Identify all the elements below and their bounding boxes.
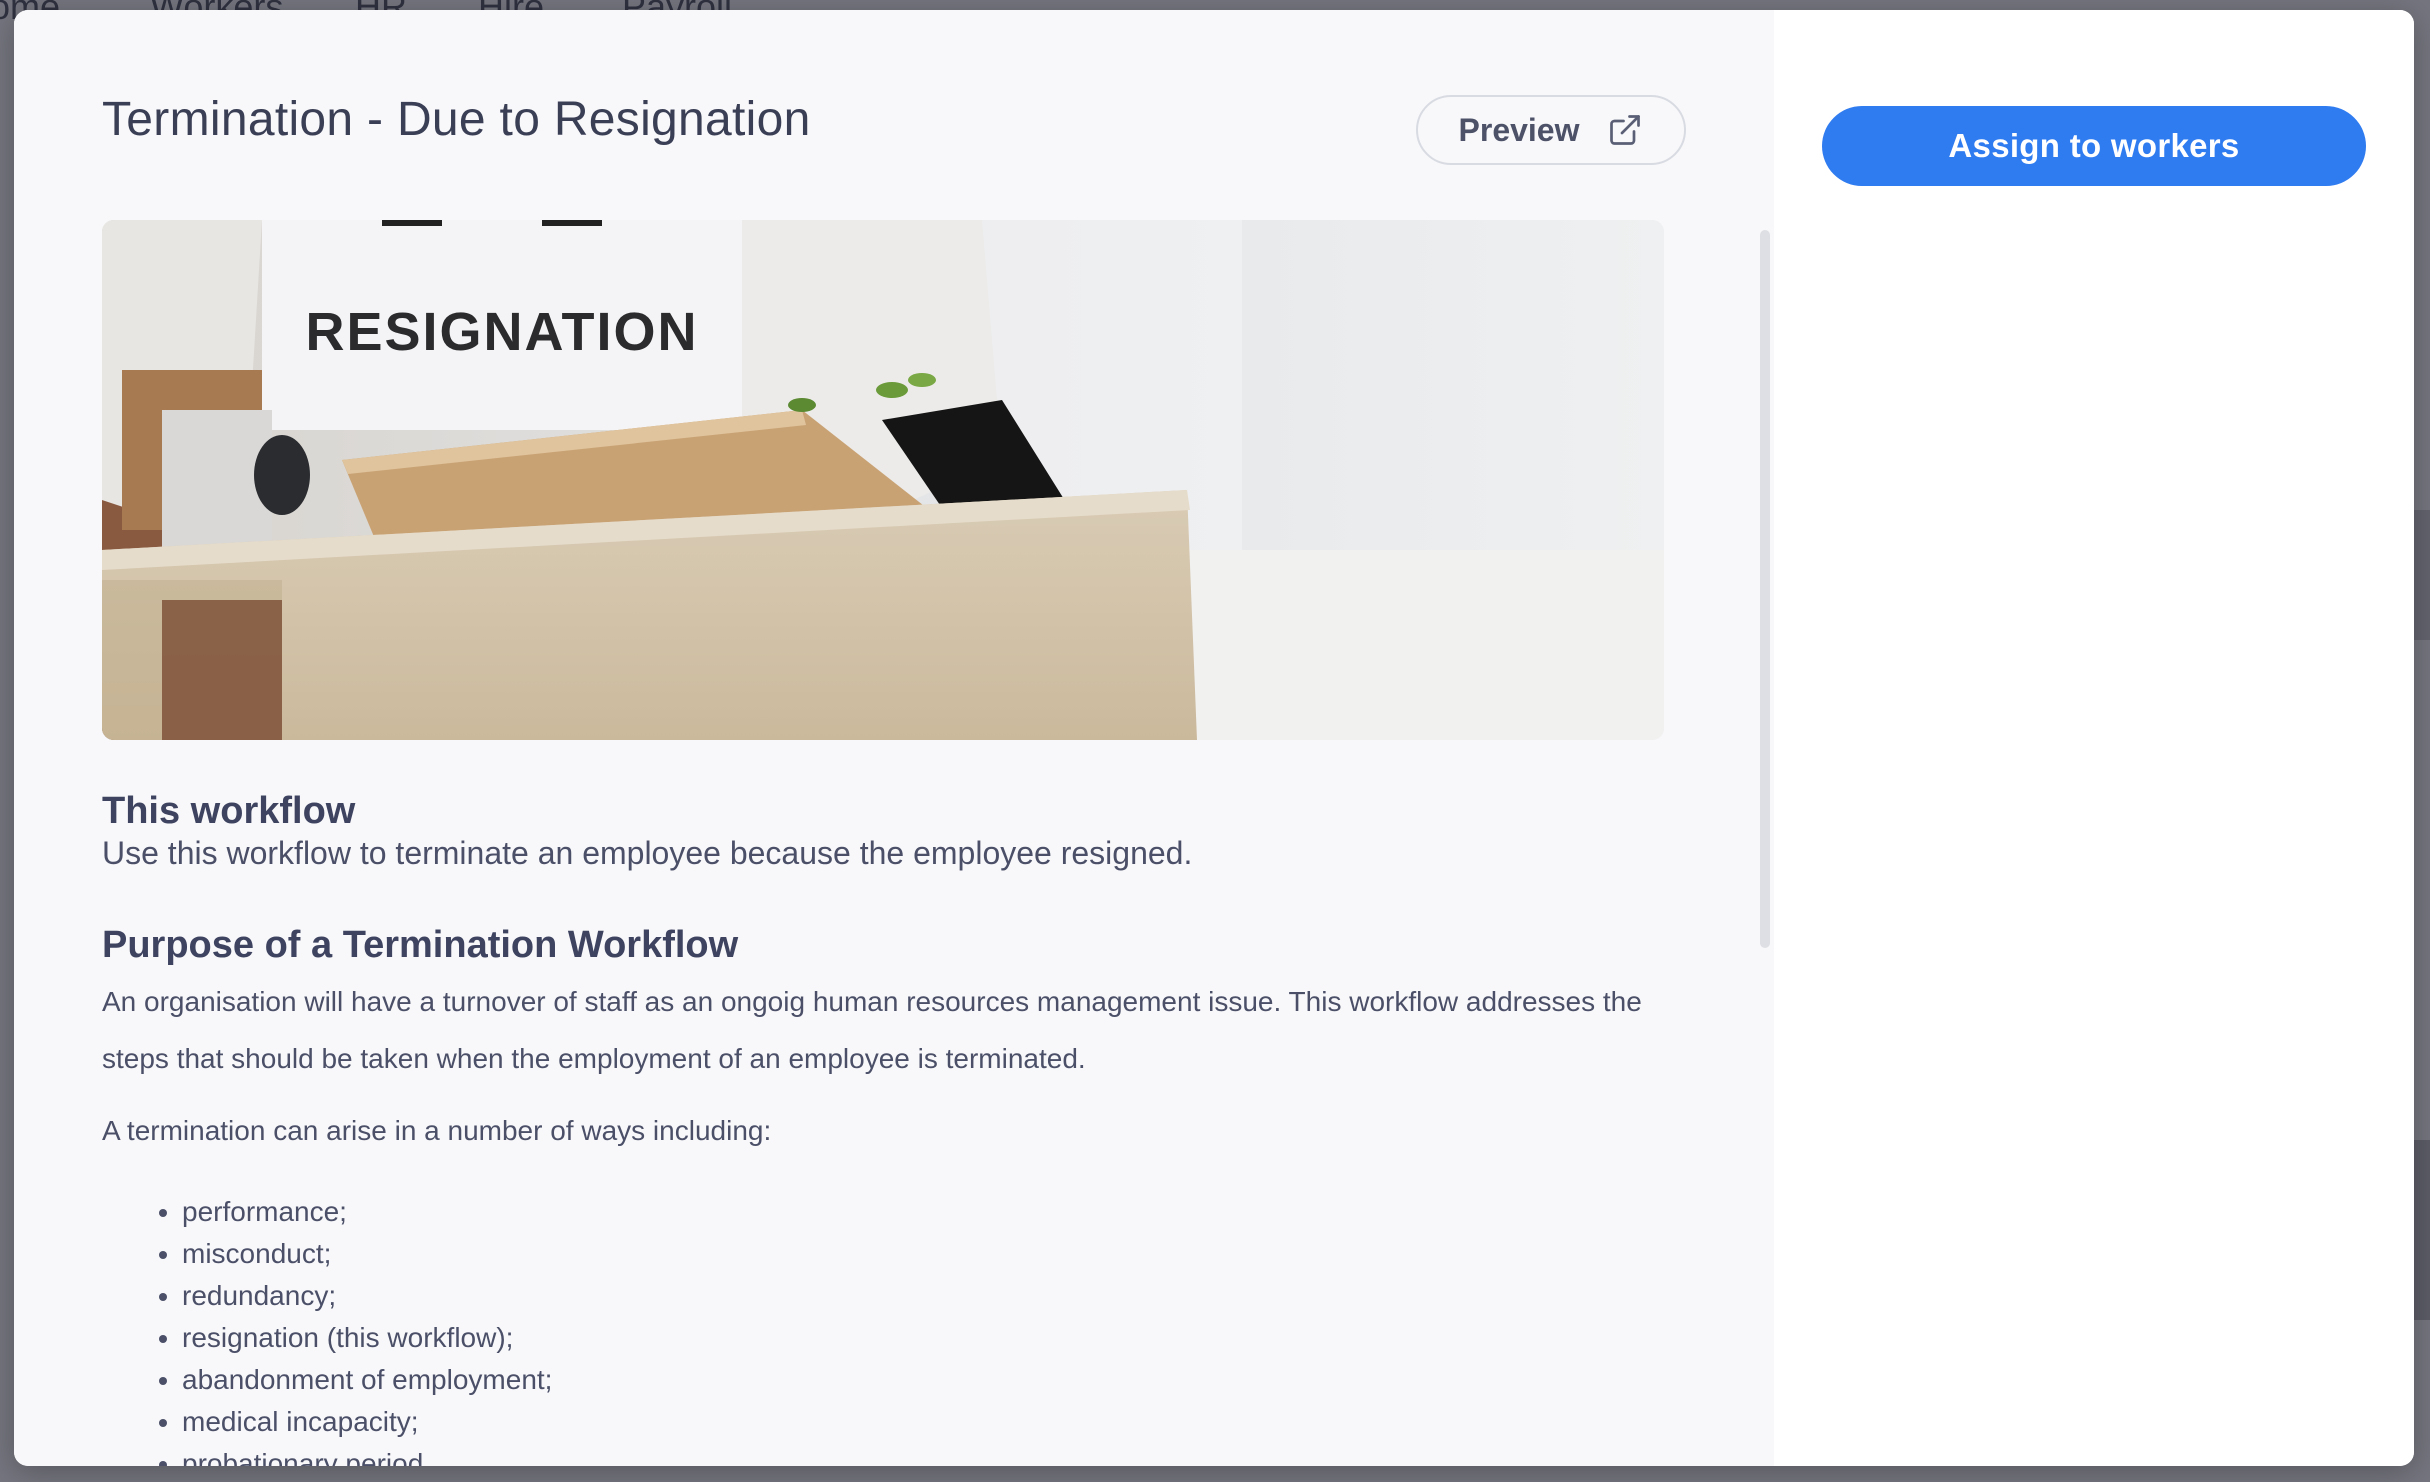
section-heading-purpose: Purpose of a Termination Workflow	[102, 924, 739, 966]
section-text-this-workflow: Use this workflow to terminate an employ…	[102, 835, 1193, 871]
list-item: medical incapacity;	[182, 1401, 1664, 1443]
purpose-paragraph: An organisation will have a turnover of …	[102, 986, 1642, 1074]
preview-button-label: Preview	[1458, 111, 1580, 148]
list-item: resignation (this workflow);	[182, 1317, 1664, 1359]
list-item: abandonment of employment;	[182, 1359, 1664, 1401]
termination-intro: A termination can arise in a number of w…	[102, 1115, 772, 1146]
workflow-detail-pane: Termination - Due to Resignation Preview	[14, 10, 1774, 1466]
action-pane: Assign to workers	[1774, 10, 2414, 1466]
hero-image: RESIGNATION	[102, 220, 1664, 740]
list-item: performance;	[182, 1191, 1664, 1233]
hero-sign-text: RESIGNATION	[305, 302, 698, 362]
external-link-icon	[1610, 115, 1641, 145]
bg-panel-edge	[2414, 510, 2430, 640]
list-item: redundancy;	[182, 1275, 1664, 1317]
bg-panel-edge	[2414, 1140, 2430, 1320]
workflow-modal: Termination - Due to Resignation Preview	[14, 10, 2414, 1466]
preview-button[interactable]: Preview	[1416, 95, 1686, 165]
termination-reasons-list: performance; misconduct; redundancy; res…	[102, 1191, 1664, 1466]
modal-title: Termination - Due to Resignation	[102, 93, 811, 146]
scrollbar[interactable]	[1760, 230, 1770, 948]
workflow-description: This workflow Use this workflow to termi…	[102, 790, 1664, 1466]
section-heading-this-workflow: This workflow	[102, 790, 356, 832]
assign-to-workers-button[interactable]: Assign to workers	[1822, 106, 2366, 186]
list-item: misconduct;	[182, 1233, 1664, 1275]
list-item: probationary period	[182, 1443, 1664, 1466]
